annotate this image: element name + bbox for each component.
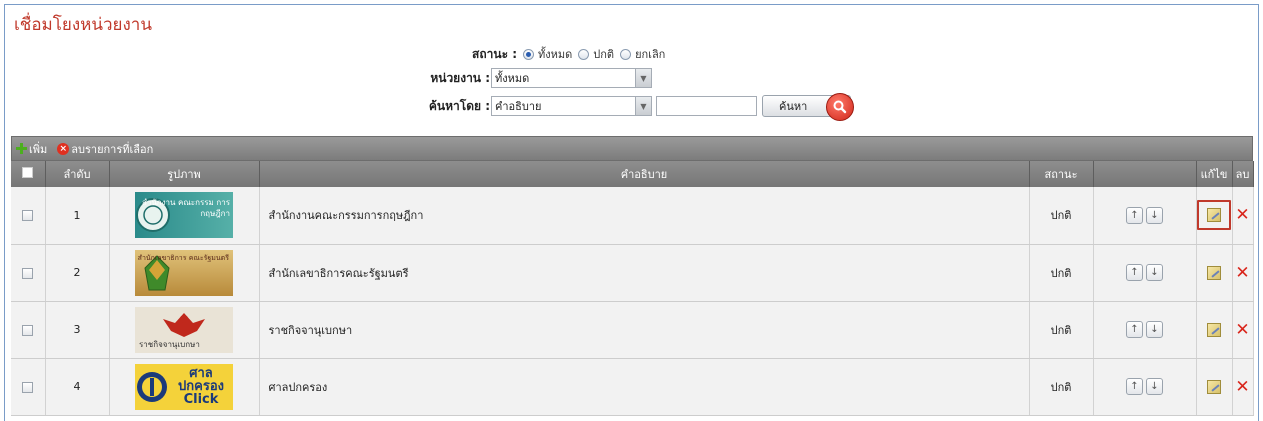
edit-icon[interactable] — [1207, 322, 1221, 337]
radio-icon — [620, 48, 632, 60]
status-label: สถานะ : — [472, 46, 517, 61]
arrow-down-icon[interactable]: ↓ — [1146, 206, 1163, 224]
column-description: คำอธิบาย — [259, 161, 1030, 187]
column-delete: ลบ — [1232, 161, 1254, 187]
data-table: ลำดับ รูปภาพ คำอธิบาย สถานะ แก้ไข ลบ 1 ส… — [11, 161, 1254, 416]
row-order: 2 — [45, 244, 110, 302]
row-checkbox[interactable] — [22, 267, 34, 279]
table-row: 2 สำนักเลขาธิการ คณะรัฐมนตรี สำนักเลขาธิ… — [11, 244, 1254, 302]
status-badge: ปกติ — [1029, 187, 1094, 245]
row-checkbox[interactable] — [22, 210, 34, 222]
row-description: ศาลปกครอง — [259, 358, 1030, 416]
status-radio-normal[interactable]: ปกติ — [578, 45, 614, 63]
delete-circle-icon: × — [57, 142, 70, 155]
status-badge: ปกติ — [1029, 358, 1094, 416]
chevron-down-icon[interactable]: ▼ — [635, 97, 651, 115]
select-all-checkbox[interactable] — [22, 167, 34, 178]
delete-selected-button[interactable]: × ลบรายการที่เลือก — [57, 140, 153, 158]
arrow-up-icon[interactable]: ↑ — [1126, 264, 1143, 281]
arrow-down-icon[interactable]: ↓ — [1146, 264, 1163, 281]
edit-icon[interactable] — [1207, 265, 1221, 280]
row-description: สำนักเลขาธิการคณะรัฐมนตรี — [259, 244, 1030, 302]
search-by-select[interactable]: คำอธิบาย ▼ — [491, 96, 652, 116]
radio-icon — [578, 48, 590, 60]
page-title: เชื่อมโยงหน่วยงาน — [14, 15, 152, 35]
column-status: สถานะ — [1029, 161, 1094, 187]
row-order: 3 — [45, 301, 110, 359]
column-order: ลำดับ — [45, 161, 110, 187]
table-row: 3 ราชกิจจานุเบกษา ราชกิจจานุเบกษา ปกติ ↑… — [11, 301, 1254, 359]
plus-icon — [16, 143, 27, 154]
add-button[interactable]: เพิ่ม — [16, 140, 47, 158]
column-image: รูปภาพ — [109, 161, 260, 187]
row-checkbox[interactable] — [22, 324, 34, 336]
search-by-label: ค้นหาโดย : — [428, 98, 490, 113]
unit-select[interactable]: ทั้งหมด ▼ — [491, 68, 652, 88]
status-radio-cancelled[interactable]: ยกเลิก — [620, 45, 665, 63]
table-row: 4 ศาล ปกครอง Click ศาลปกครอง ปกติ ↑ ↓ ✕ — [11, 358, 1254, 416]
arrow-down-icon[interactable]: ↓ — [1146, 378, 1163, 395]
close-icon[interactable]: ✕ — [1235, 377, 1249, 397]
search-input[interactable] — [656, 96, 757, 116]
row-order: 4 — [45, 358, 110, 416]
edit-icon[interactable] — [1207, 379, 1221, 394]
arrow-down-icon[interactable]: ↓ — [1146, 321, 1163, 338]
radio-selected-icon — [523, 48, 534, 60]
status-badge: ปกติ — [1029, 301, 1094, 359]
logo-krisdika: สำนักงาน คณะกรรม การกฤษฎีกา — [135, 192, 233, 239]
row-description: สำนักงานคณะกรรมการกฤษฎีกา — [259, 187, 1030, 245]
row-order: 1 — [45, 187, 110, 245]
table-row: 1 สำนักงาน คณะกรรม การกฤษฎีกา สำนักงานคณ… — [11, 187, 1254, 245]
edit-icon — [1207, 208, 1221, 223]
logo-administrative-court: ศาล ปกครอง Click — [135, 363, 233, 410]
table-header: ลำดับ รูปภาพ คำอธิบาย สถานะ แก้ไข ลบ — [11, 161, 1254, 187]
close-icon[interactable]: ✕ — [1235, 263, 1249, 283]
row-checkbox[interactable] — [22, 381, 34, 393]
status-radio-all[interactable]: ทั้งหมด — [523, 45, 572, 63]
arrow-up-icon[interactable]: ↑ — [1126, 206, 1143, 224]
status-row: สถานะ : ทั้งหมด ปกติ ยกเลิก — [405, 43, 705, 65]
column-move — [1093, 161, 1197, 187]
select-all-header — [11, 161, 46, 187]
column-edit: แก้ไข — [1196, 161, 1233, 187]
row-description: ราชกิจจานุเบกษา — [259, 301, 1030, 359]
unit-label: หน่วยงาน : — [430, 70, 490, 85]
status-badge: ปกติ — [1029, 244, 1094, 302]
edit-button-highlighted[interactable] — [1197, 200, 1231, 231]
grid-toolbar: เพิ่ม × ลบรายการที่เลือก — [11, 136, 1253, 161]
search-button[interactable]: ค้นหา — [762, 93, 854, 121]
arrow-up-icon[interactable]: ↑ — [1126, 378, 1143, 395]
chevron-down-icon[interactable]: ▼ — [635, 69, 651, 87]
close-icon[interactable]: ✕ — [1235, 205, 1249, 225]
logo-royal-gazette: ราชกิจจานุเบกษา — [135, 306, 233, 353]
magnifier-icon — [826, 93, 854, 121]
arrow-up-icon[interactable]: ↑ — [1126, 321, 1143, 338]
close-icon[interactable]: ✕ — [1235, 320, 1249, 340]
logo-cabinet-secretariat: สำนักเลขาธิการ คณะรัฐมนตรี — [135, 249, 233, 296]
